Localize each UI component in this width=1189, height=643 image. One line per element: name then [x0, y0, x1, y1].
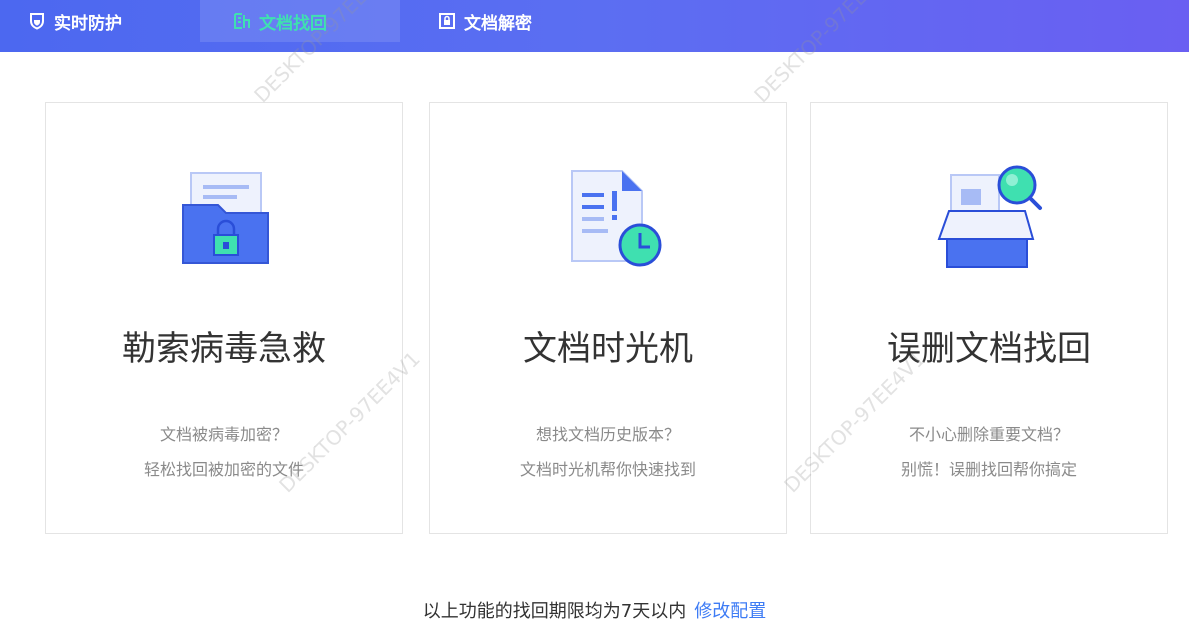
modify-config-link[interactable]: 修改配置 — [694, 601, 766, 622]
tab-document-restore[interactable]: 文档找回 — [200, 0, 400, 42]
card-ransomware-rescue[interactable]: 勒索病毒急救 文档被病毒加密？ 轻松找回被加密的文件 — [45, 102, 403, 534]
card-title: 勒索病毒急救 — [122, 329, 326, 369]
retention-notice: 以上功能的找回期限均为7天以内 — [422, 601, 687, 622]
top-navigation-bar: 实时防护 文档找回 文档解密 — [0, 0, 1189, 52]
card-document-time-machine[interactable]: 文档时光机 想找文档历史版本？ 文档时光机帮你快速找到 — [429, 102, 787, 534]
tab-realtime-protection[interactable]: 实时防护 — [0, 0, 200, 42]
lock-icon — [438, 12, 456, 30]
card-description-line1: 不小心删除重要文档？ — [908, 425, 1069, 444]
shield-icon — [28, 12, 46, 30]
tab-document-decrypt[interactable]: 文档解密 — [400, 0, 600, 42]
card-deleted-file-recovery[interactable]: 误删文档找回 不小心删除重要文档？ 别慌！误删找回帮你搞定 — [810, 102, 1168, 534]
retention-footer: 以上功能的找回期限均为7天以内 修改配置 — [0, 597, 1189, 623]
document-clock-icon — [430, 163, 786, 273]
card-description-line1: 文档被病毒加密？ — [159, 425, 288, 444]
card-description-line2: 文档时光机帮你快速找到 — [519, 460, 696, 479]
card-description-line2: 别慌！误删找回帮你搞定 — [900, 460, 1077, 479]
tab-label: 实时防护 — [54, 13, 122, 34]
card-title: 文档时光机 — [523, 329, 693, 369]
tab-label: 文档解密 — [464, 13, 532, 34]
locked-folder-icon — [46, 163, 402, 273]
tab-label: 文档找回 — [259, 13, 327, 34]
box-search-icon — [811, 163, 1167, 273]
card-title: 误删文档找回 — [887, 329, 1091, 369]
card-description-line2: 轻松找回被加密的文件 — [143, 460, 304, 479]
card-description-line1: 想找文档历史版本？ — [535, 425, 680, 444]
document-restore-icon — [233, 12, 251, 30]
